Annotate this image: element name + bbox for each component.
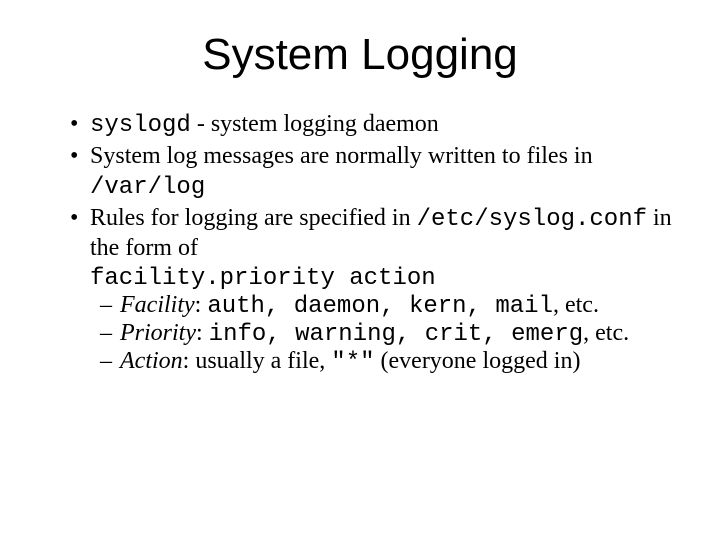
body-text: - system logging daemon <box>191 111 439 137</box>
body-text: , etc. <box>553 292 599 318</box>
slide: System Logging syslogd - system logging … <box>0 0 720 540</box>
body-text: System log messages are normally written… <box>90 143 593 169</box>
body-text: , etc. <box>583 320 629 346</box>
sub-bullet-item: Priority: info, warning, crit, emerg, et… <box>100 320 680 348</box>
sub-bullet-item: Action: usually a file, "*" (everyone lo… <box>100 348 680 376</box>
body-text: : <box>195 292 208 318</box>
sub-bullet-list: Facility: auth, daemon, kern, mail, etc.… <box>40 292 680 376</box>
term-label: Facility <box>120 292 195 318</box>
code-text: auth, daemon, kern, mail <box>207 293 553 320</box>
body-text: (everyone logged in) <box>375 348 581 374</box>
body-text: Rules for logging are specified in <box>90 205 417 231</box>
sub-bullet-item: Facility: auth, daemon, kern, mail, etc. <box>100 292 680 320</box>
body-text: : usually a file, <box>183 348 332 374</box>
term-label: Priority <box>120 320 196 346</box>
code-text: "*" <box>331 349 374 376</box>
code-text: syslogd <box>90 112 191 139</box>
code-text: /etc/syslog.conf <box>417 206 647 233</box>
code-text: info, warning, crit, emerg <box>209 321 583 348</box>
bullet-item: syslogd - system logging daemon <box>70 110 680 140</box>
bullet-item: System log messages are normally written… <box>70 142 680 202</box>
code-text: /var/log <box>90 174 205 201</box>
body-text: : <box>196 320 209 346</box>
page-title: System Logging <box>40 30 680 80</box>
term-label: Action <box>120 348 183 374</box>
form-line: facility.priority action <box>90 265 680 292</box>
bullet-list: syslogd - system logging daemon System l… <box>40 110 680 263</box>
bullet-item: Rules for logging are specified in /etc/… <box>70 204 680 264</box>
